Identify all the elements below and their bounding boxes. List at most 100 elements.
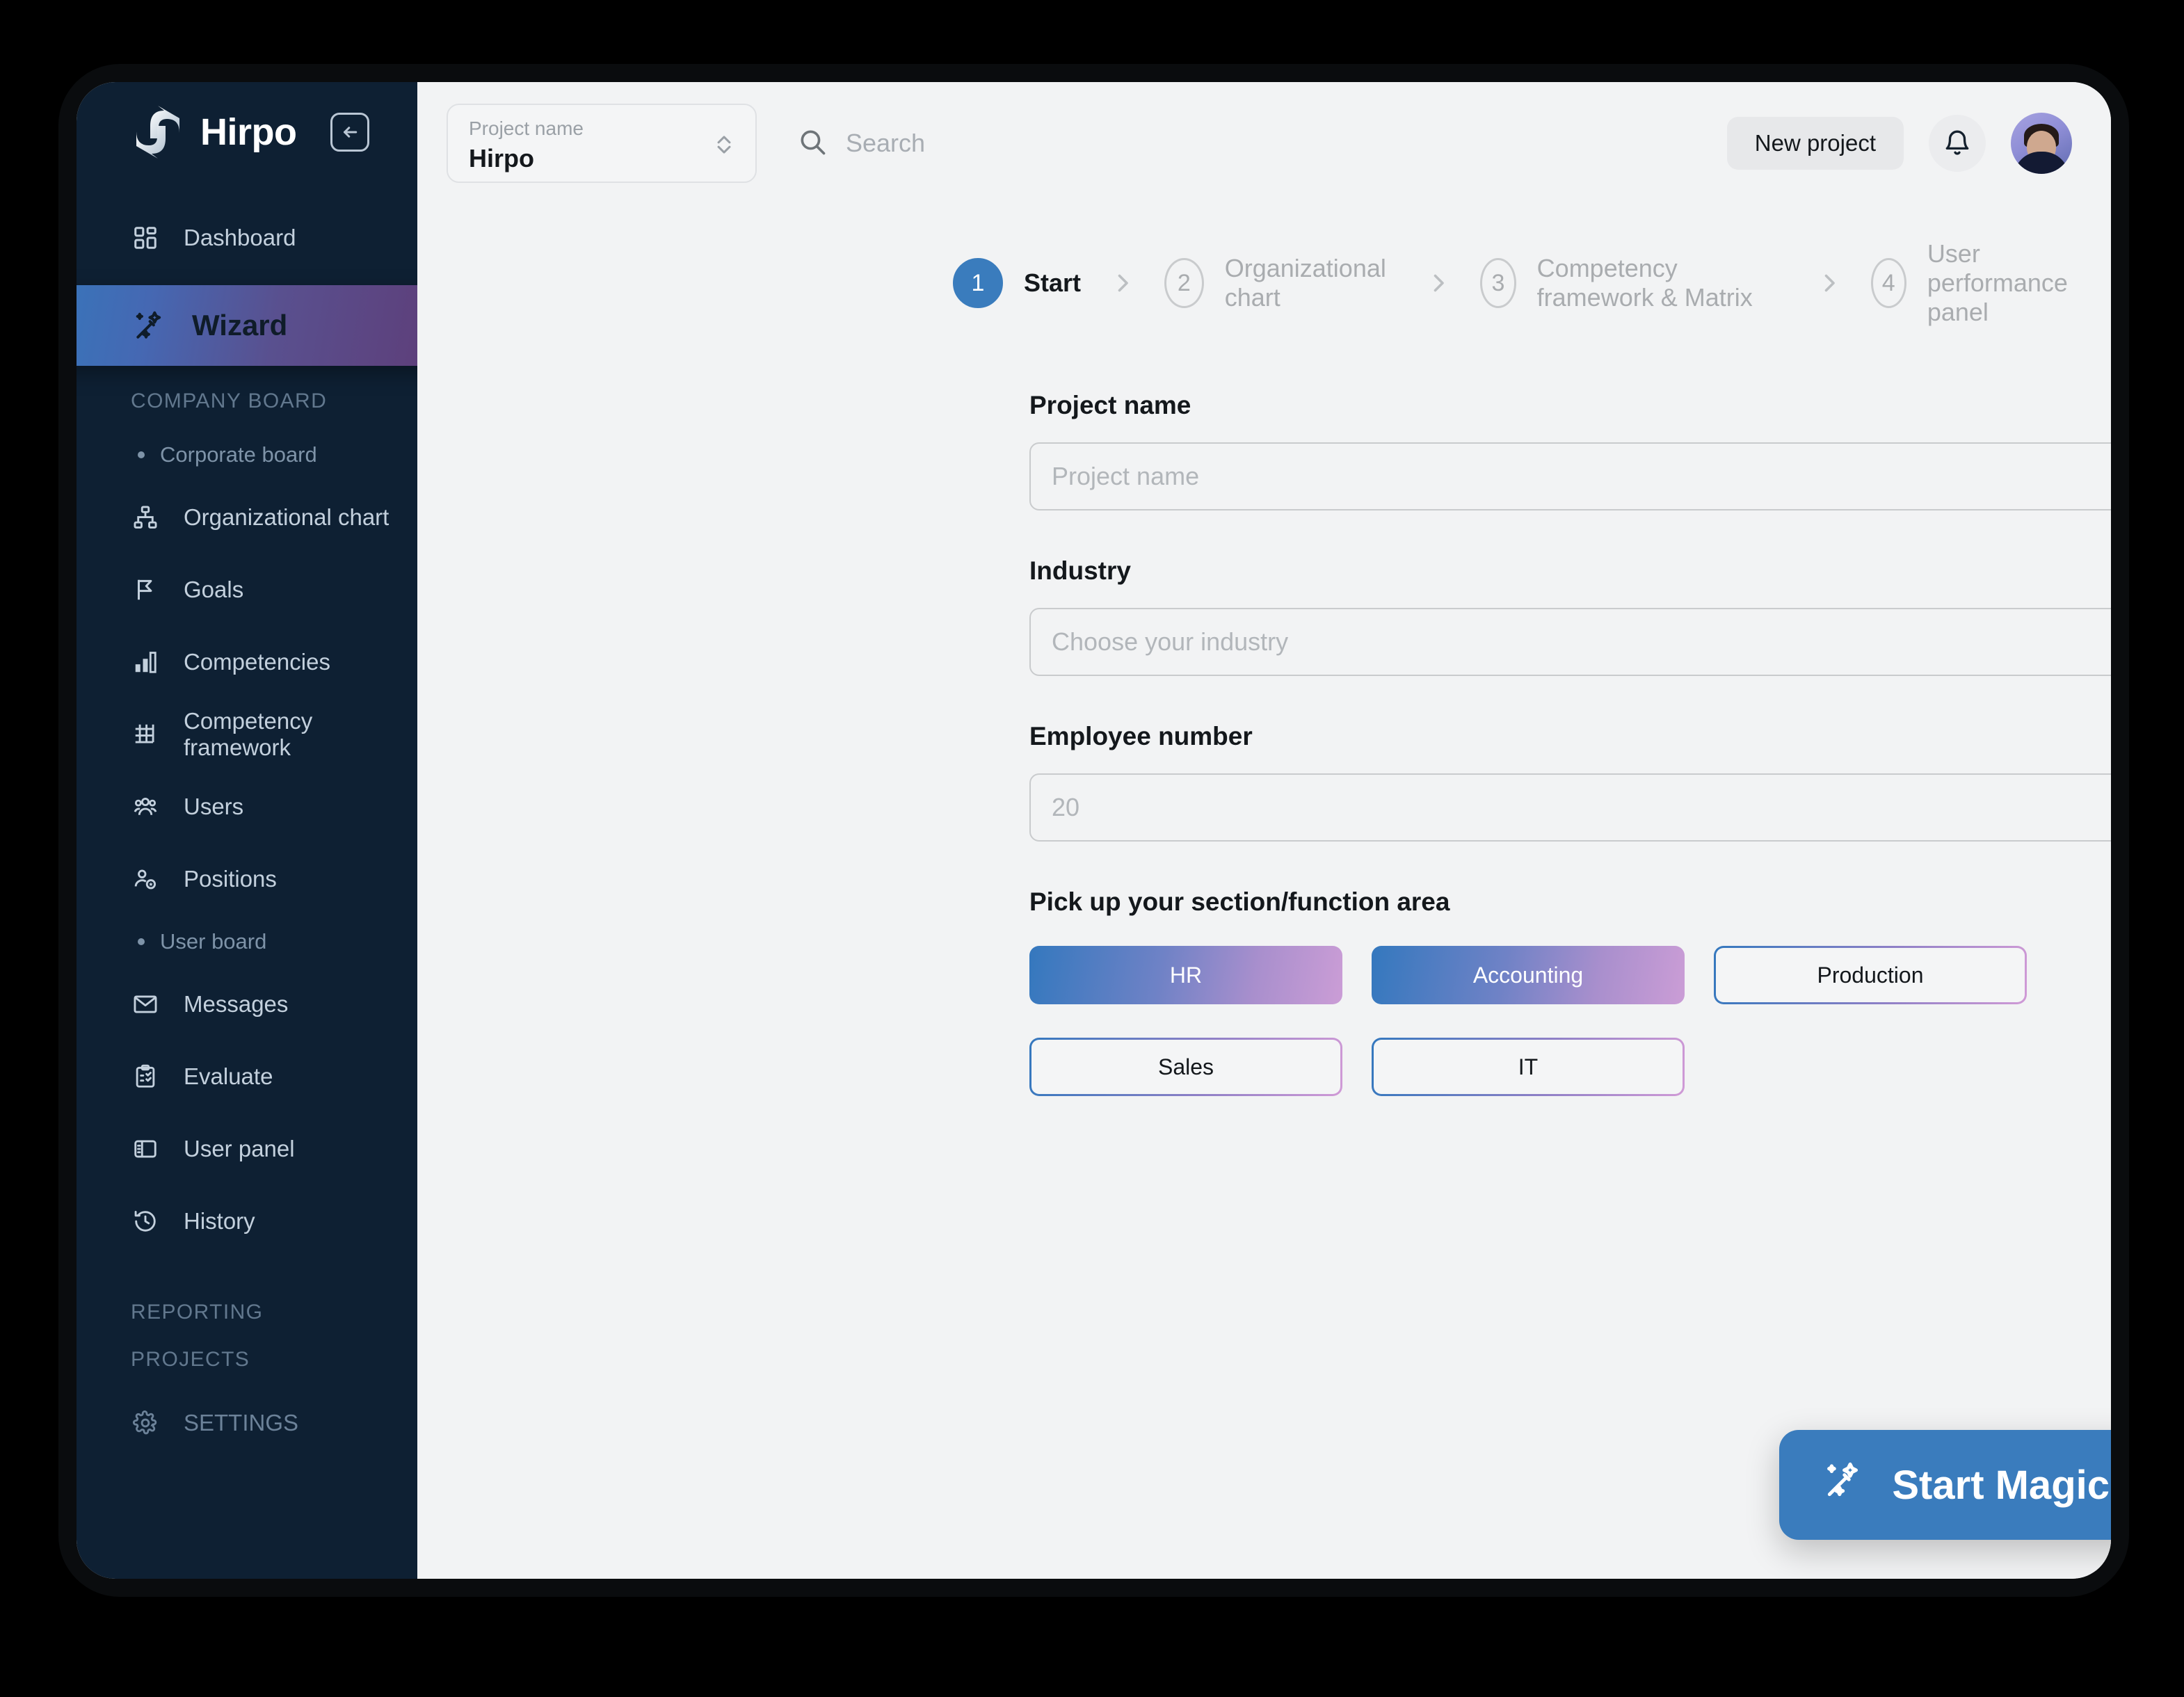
search-placeholder: Search: [846, 129, 925, 158]
flag-icon: [131, 575, 160, 604]
sidebar-item-competency-framework[interactable]: Competency framework: [77, 698, 417, 771]
wizard-step-3[interactable]: 3 Competency framework & Matrix: [1480, 254, 1788, 312]
grid-table-icon: [131, 720, 160, 749]
collapse-left-arrow-icon[interactable]: [330, 113, 369, 152]
user-star-icon: [131, 864, 160, 894]
sidebar-item-label: User panel: [184, 1136, 295, 1162]
project-select-value: Hirpo: [469, 144, 584, 173]
function-area-chip-it[interactable]: IT: [1372, 1038, 1685, 1096]
brand-name: Hirpo: [200, 111, 297, 154]
sidebar-item-label: SETTINGS: [184, 1410, 298, 1436]
envelope-icon: [131, 990, 160, 1019]
field-employee-number: Employee number: [1029, 722, 2111, 842]
sidebar: Hirpo Dashboard: [77, 82, 417, 1579]
gear-icon: [131, 1408, 160, 1438]
sidebar-subitem-corporate-board[interactable]: Corporate board: [77, 428, 417, 481]
sidebar-item-dashboard[interactable]: Dashboard: [77, 202, 417, 274]
dashboard-grid-icon: [131, 223, 160, 252]
step-label: User performance panel: [1927, 239, 2111, 327]
sidebar-item-label: History: [184, 1208, 255, 1234]
main-content: Project name Hirpo Search New: [417, 82, 2111, 1579]
start-magic-label: Start Magic: [1892, 1462, 2110, 1509]
wizard-stepper: 1 Start 2 Organizational chart 3 Compete…: [417, 204, 2111, 327]
sidebar-item-label: Competency framework: [184, 708, 417, 761]
clipboard-check-icon: [131, 1062, 160, 1091]
panel-layout-icon: [131, 1134, 160, 1164]
sidebar-section-reporting: REPORTING: [77, 1301, 417, 1324]
step-number: 2: [1164, 258, 1204, 308]
step-number: 1: [953, 258, 1003, 308]
sidebar-item-organizational-chart[interactable]: Organizational chart: [77, 481, 417, 554]
bullet-dot-icon: [138, 451, 145, 458]
sidebar-item-competencies[interactable]: Competencies: [77, 626, 417, 698]
sidebar-subitem-label: Corporate board: [160, 442, 317, 467]
sidebar-item-label: Goals: [184, 577, 243, 603]
up-down-chevron-icon: [711, 127, 737, 166]
hirpo-logo-icon: [131, 104, 185, 161]
sidebar-item-goals[interactable]: Goals: [77, 554, 417, 626]
step-label: Competency framework & Matrix: [1537, 254, 1788, 312]
chevron-right-icon: [1426, 271, 1451, 296]
sidebar-item-settings[interactable]: SETTINGS: [77, 1387, 417, 1459]
magic-wand-icon: [1822, 1458, 1865, 1511]
sidebar-item-wizard[interactable]: Wizard: [77, 285, 445, 366]
sidebar-item-label: Evaluate: [184, 1063, 273, 1090]
field-project-name: Project name: [1029, 391, 2111, 510]
sidebar-item-user-panel[interactable]: User panel: [77, 1113, 417, 1185]
sidebar-item-label: Organizational chart: [184, 504, 389, 531]
magic-wand-icon: [131, 307, 168, 344]
topbar: Project name Hirpo Search New: [417, 82, 2111, 204]
sidebar-subitem-user-board[interactable]: User board: [77, 915, 417, 968]
step-label: Organizational chart: [1225, 254, 1397, 312]
employee-number-input[interactable]: [1029, 773, 2111, 842]
step-number: 3: [1480, 258, 1516, 308]
function-area-chip-production[interactable]: Production: [1714, 946, 2027, 1004]
sidebar-item-evaluate[interactable]: Evaluate: [77, 1040, 417, 1113]
field-industry: Industry Choose your industry: [1029, 556, 2111, 676]
sidebar-item-positions[interactable]: Positions: [77, 843, 417, 915]
sidebar-item-label: Dashboard: [184, 225, 296, 251]
industry-select-value: Choose your industry: [1052, 627, 1288, 657]
sidebar-item-history[interactable]: History: [77, 1185, 417, 1257]
chevron-right-icon: [1817, 271, 1842, 296]
topbar-right: New project: [1727, 113, 2072, 174]
step-number: 4: [1871, 258, 1906, 308]
brand-row: Hirpo: [77, 88, 417, 177]
sidebar-item-label: Wizard: [192, 309, 287, 342]
sidebar-item-label: Users: [184, 794, 243, 820]
industry-select[interactable]: Choose your industry: [1029, 608, 2111, 676]
new-project-button[interactable]: New project: [1727, 117, 1904, 170]
project-name-input[interactable]: [1029, 442, 2111, 510]
function-area-chip-hr[interactable]: HR: [1029, 946, 1342, 1004]
org-chart-icon: [131, 503, 160, 532]
step-label: Start: [1024, 268, 1081, 298]
users-group-icon: [131, 792, 160, 821]
sidebar-item-label: Competencies: [184, 649, 330, 675]
project-select[interactable]: Project name Hirpo: [447, 104, 757, 183]
sidebar-nav: Dashboard Wizard COMPANY BOARD Corporate…: [77, 202, 417, 1459]
function-area-chip-accounting[interactable]: Accounting: [1372, 946, 1685, 1004]
function-area-chip-sales[interactable]: Sales: [1029, 1038, 1342, 1096]
sidebar-item-label: Positions: [184, 866, 277, 892]
pick-section-title: Pick up your section/function area: [1029, 887, 2111, 917]
bell-icon[interactable]: [1929, 115, 1986, 172]
industry-label: Industry: [1029, 556, 2111, 586]
wizard-step-2[interactable]: 2 Organizational chart: [1164, 254, 1397, 312]
sidebar-section-projects: PROJECTS: [77, 1348, 417, 1372]
search-icon: [797, 127, 828, 161]
bar-chart-icon: [131, 648, 160, 677]
wizard-form: Project name Industry Choose your indust…: [417, 327, 2111, 1579]
sidebar-item-users[interactable]: Users: [77, 771, 417, 843]
clock-history-icon: [131, 1207, 160, 1236]
wizard-step-1[interactable]: 1 Start: [953, 258, 1081, 308]
app-screen: Hirpo Dashboard: [77, 82, 2111, 1579]
start-magic-button[interactable]: Start Magic: [1779, 1430, 2111, 1540]
function-area-chip-group: HR Accounting Production Sales IT: [1029, 946, 2031, 1096]
avatar[interactable]: [2011, 113, 2072, 174]
sidebar-subitem-label: User board: [160, 929, 266, 954]
search-input[interactable]: Search: [797, 127, 925, 161]
wizard-step-4[interactable]: 4 User performance panel: [1871, 239, 2111, 327]
employee-number-label: Employee number: [1029, 722, 2111, 751]
sidebar-item-messages[interactable]: Messages: [77, 968, 417, 1040]
avatar-body: [2014, 152, 2069, 174]
